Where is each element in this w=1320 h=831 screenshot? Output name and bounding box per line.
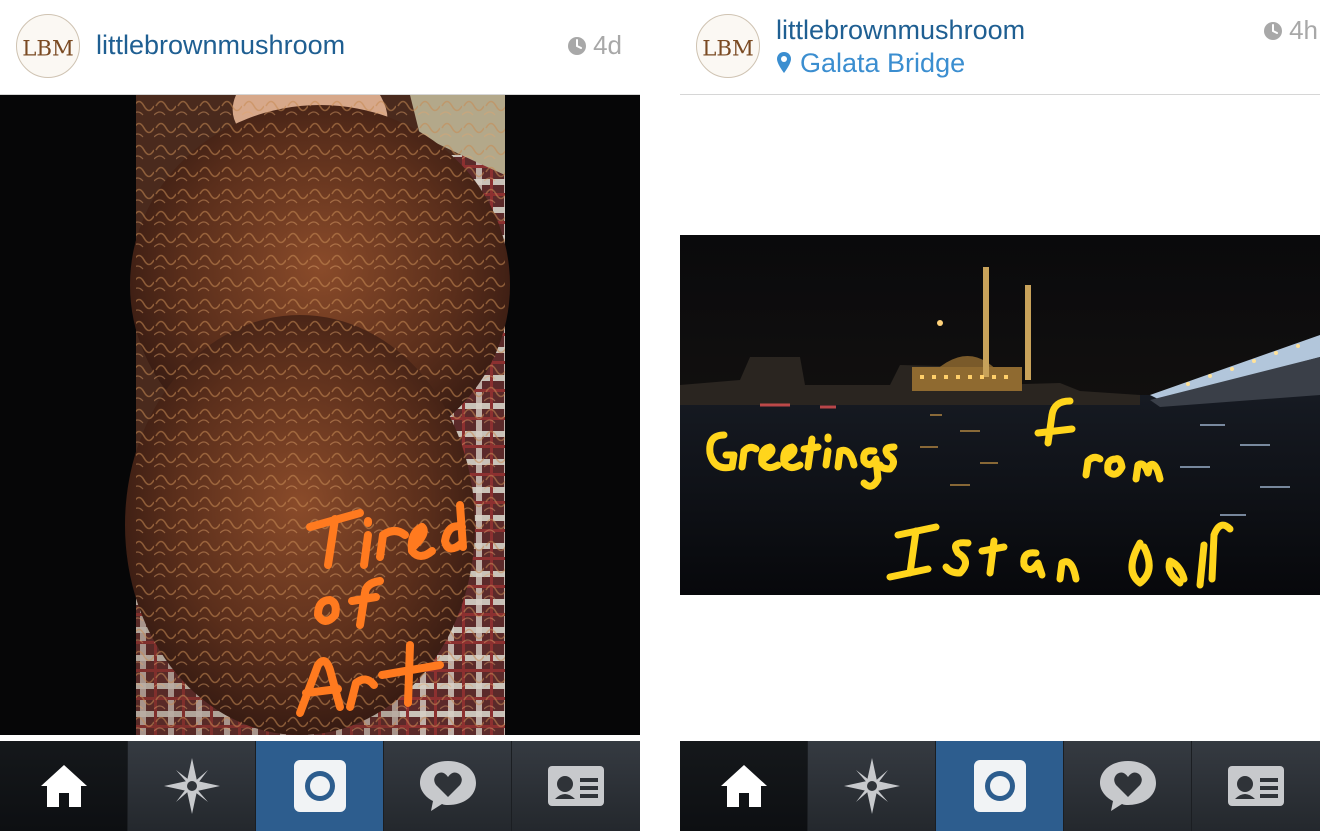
username-link[interactable]: littlebrownmushroom <box>96 30 345 61</box>
avatar[interactable]: LBM <box>16 14 80 78</box>
tab-explore[interactable] <box>808 741 936 831</box>
username-link[interactable]: littlebrownmushroom <box>776 15 1025 46</box>
post-photo[interactable] <box>680 95 1320 735</box>
avatar-monogram: LBM <box>702 37 754 62</box>
camera-icon <box>973 760 1026 812</box>
explore-icon <box>163 758 220 814</box>
camera-icon <box>293 760 346 812</box>
tab-explore[interactable] <box>128 741 256 831</box>
timestamp-text: 4h <box>1289 15 1318 45</box>
photo-dog-beard <box>0 95 640 735</box>
avatar[interactable]: LBM <box>696 14 760 78</box>
tab-profile[interactable] <box>512 741 640 831</box>
feed-screen-left: LBM littlebrownmushroom 4d <box>0 0 640 831</box>
activity-icon <box>419 761 476 811</box>
tab-home[interactable] <box>680 741 808 831</box>
post-header: LBM littlebrownmushroom Galata Bridge 4h <box>680 0 1320 95</box>
tab-camera[interactable] <box>936 741 1064 831</box>
tab-profile[interactable] <box>1192 741 1320 831</box>
post-timestamp: 4h <box>1263 15 1318 46</box>
photo-istanbul-night <box>680 95 1320 735</box>
timestamp-text: 4d <box>593 30 622 60</box>
explore-icon <box>843 758 900 814</box>
location-pin-icon <box>777 51 791 73</box>
screen-divider <box>640 0 680 831</box>
home-icon <box>40 765 87 807</box>
activity-icon <box>1099 761 1156 811</box>
profile-icon <box>1228 766 1284 806</box>
tab-bar <box>680 741 1320 831</box>
tab-activity[interactable] <box>1064 741 1192 831</box>
post-header: LBM littlebrownmushroom 4d <box>0 0 640 95</box>
avatar-monogram: LBM <box>22 37 74 62</box>
clock-icon <box>1264 21 1283 40</box>
location-link[interactable]: Galata Bridge <box>776 48 965 79</box>
post-photo[interactable] <box>0 95 640 735</box>
home-icon <box>720 765 767 807</box>
tab-activity[interactable] <box>384 741 512 831</box>
tab-bar <box>0 741 640 831</box>
tab-camera[interactable] <box>256 741 384 831</box>
location-text: Galata Bridge <box>800 48 966 78</box>
tab-home[interactable] <box>0 741 128 831</box>
post-timestamp: 4d <box>567 30 622 61</box>
profile-icon <box>548 766 604 806</box>
feed-screen-right: LBM littlebrownmushroom Galata Bridge 4h <box>680 0 1320 831</box>
clock-icon <box>568 36 587 55</box>
